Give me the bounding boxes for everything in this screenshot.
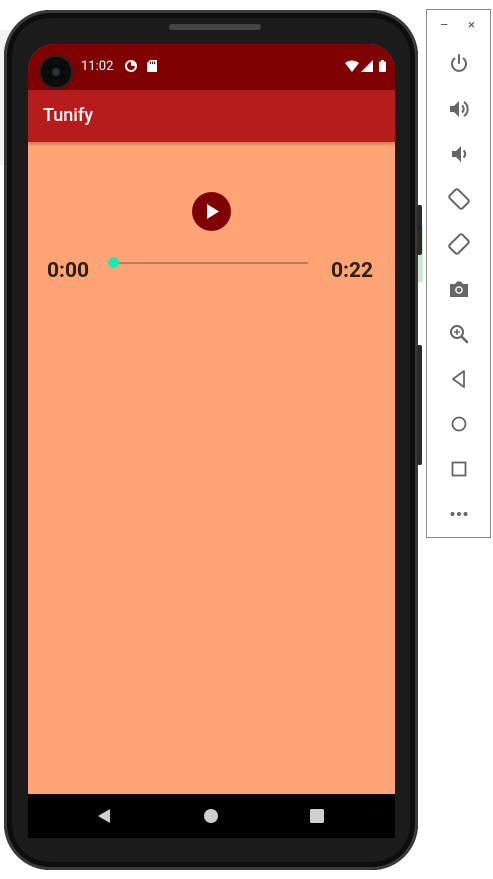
seek-bar-track[interactable] xyxy=(114,262,308,264)
rotate-right-icon[interactable] xyxy=(447,232,471,256)
play-icon xyxy=(207,204,219,219)
recents-icon[interactable] xyxy=(310,808,324,824)
total-duration: 0:22 xyxy=(331,259,374,283)
emulator-toolbar: – × xyxy=(426,9,491,538)
play-button[interactable] xyxy=(192,192,231,231)
home-icon[interactable] xyxy=(203,808,219,824)
volume-up-icon[interactable] xyxy=(447,97,471,121)
home-icon[interactable] xyxy=(447,412,471,436)
rotate-left-icon[interactable] xyxy=(447,187,471,211)
camera-icon[interactable] xyxy=(447,277,471,301)
status-time: 11:02 xyxy=(81,59,114,74)
phone-side-button xyxy=(417,345,422,465)
phone-speaker xyxy=(169,24,261,30)
seek-bar-thumb[interactable] xyxy=(108,257,119,268)
status-bar: 11:02 xyxy=(28,44,395,90)
more-icon[interactable] xyxy=(447,502,471,526)
navigation-bar xyxy=(28,794,395,838)
data-saver-icon xyxy=(125,60,137,72)
close-button[interactable]: × xyxy=(468,19,475,33)
sd-card-icon xyxy=(147,60,157,72)
battery-icon xyxy=(379,60,386,72)
zoom-icon[interactable] xyxy=(447,322,471,346)
cellular-signal-icon xyxy=(361,60,373,72)
wifi-icon xyxy=(345,60,359,72)
back-icon[interactable] xyxy=(447,367,471,391)
minimize-button[interactable]: – xyxy=(440,19,449,33)
power-icon[interactable] xyxy=(447,52,471,76)
phone-screen: 11:02 Tunify 0:00 0:22 xyxy=(28,44,395,794)
phone-volume-button xyxy=(417,205,422,255)
front-camera xyxy=(41,57,71,87)
volume-down-icon[interactable] xyxy=(447,142,471,166)
overview-icon[interactable] xyxy=(447,457,471,481)
elapsed-time: 0:00 xyxy=(47,259,90,283)
app-bar: Tunify xyxy=(28,90,395,142)
back-icon[interactable] xyxy=(97,808,111,824)
app-title: Tunify xyxy=(43,105,94,126)
